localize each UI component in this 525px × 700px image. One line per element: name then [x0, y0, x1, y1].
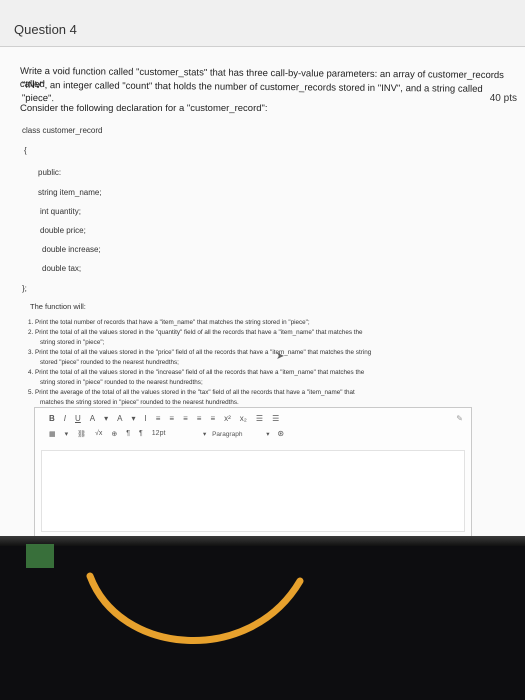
editor-toolbar-row-1: B I U A ▾ A ▾ I ≡ ≡ ≡ ≡ ≡ x² x₂ ☰ ☰: [49, 414, 279, 423]
outdent-button[interactable]: ≡: [210, 414, 215, 423]
highlight-dropdown-icon[interactable]: ▾: [132, 414, 136, 423]
clear-formatting-button[interactable]: I: [145, 414, 147, 423]
indent-button[interactable]: ≡: [197, 414, 202, 423]
embed-button-icon[interactable]: ⊕: [111, 430, 117, 438]
question-header: Question 4: [0, 0, 525, 47]
code-item-name: string item_name;: [38, 188, 102, 197]
task-5: 5. Print the average of the total of all…: [28, 389, 355, 396]
highlight-color-button[interactable]: A: [117, 414, 122, 423]
task-4: 4. Print the total of all the values sto…: [28, 369, 365, 376]
code-class-decl: class customer_record: [22, 126, 103, 135]
task-2: 2. Print the total of all the values sto…: [28, 329, 363, 336]
align-left-button[interactable]: ≡: [156, 414, 161, 423]
task-list: 1. Print the total number of records tha…: [28, 318, 498, 408]
numbered-list-button[interactable]: ☰: [272, 414, 279, 423]
answer-text-area[interactable]: [41, 450, 465, 532]
superscript-button[interactable]: x²: [224, 414, 231, 423]
align-right-button[interactable]: ≡: [183, 414, 188, 423]
task-2-cont: string stored in "piece";: [40, 339, 105, 346]
code-quantity: int quantity;: [40, 207, 81, 216]
paragraph-label: Paragraph: [212, 431, 243, 438]
task-3-cont: stored "piece" rounded to the nearest hu…: [40, 359, 179, 366]
text-color-button[interactable]: A: [90, 414, 95, 423]
table-button-icon[interactable]: ▦: [49, 430, 56, 438]
align-center-button[interactable]: ≡: [169, 414, 174, 423]
code-close: };: [22, 284, 27, 293]
prompt-line-3: Consider the following declaration for a…: [20, 103, 268, 114]
equation-button-icon[interactable]: √x: [95, 430, 102, 438]
italic-button[interactable]: I: [64, 414, 66, 423]
code-public: public:: [38, 168, 62, 177]
function-intro: The function will:: [30, 302, 86, 311]
bullet-list-button[interactable]: ☰: [256, 414, 263, 423]
code-tax: double tax;: [42, 264, 82, 273]
quiz-screen: Question 4 40 pts Write a void function …: [0, 0, 525, 536]
subscript-button[interactable]: x₂: [240, 414, 247, 423]
paragraph-dropdown-icon: ▾: [203, 431, 207, 438]
editor-toolbar-row-2: ▦ ▾ ⛓ √x ⊕ ¶ ¶ 12pt: [49, 430, 165, 438]
answer-editor: B I U A ▾ A ▾ I ≡ ≡ ≡ ≡ ≡ x² x₂ ☰ ☰ ✎ ▦ …: [34, 407, 472, 536]
rtl-button-icon[interactable]: ¶: [139, 430, 143, 438]
paragraph-dropdown-icon-2: ▾: [266, 431, 270, 438]
bold-button[interactable]: B: [49, 414, 55, 423]
text-color-dropdown-icon[interactable]: ▾: [104, 414, 108, 423]
code-increase: double increase;: [42, 245, 101, 254]
code-price: double price;: [40, 226, 86, 235]
table-dropdown-icon[interactable]: ▾: [65, 430, 69, 438]
link-button-icon[interactable]: ⛓: [77, 430, 86, 438]
question-title: Question 4: [14, 22, 77, 37]
ltr-button-icon[interactable]: ¶: [126, 430, 130, 438]
code-open-brace: {: [24, 146, 27, 155]
font-size-select[interactable]: 12pt: [152, 430, 166, 438]
editor-corner-icon[interactable]: ✎: [456, 414, 463, 423]
cable-glare: [86, 572, 304, 644]
task-3: 3. Print the total of all the values sto…: [28, 349, 372, 356]
paragraph-format-select[interactable]: ▾ Paragraph ▾ ⊛: [203, 429, 284, 438]
task-4-cont: string stored in "piece" rounded to the …: [40, 379, 203, 386]
underline-button[interactable]: U: [75, 414, 81, 423]
laptop-bezel: [0, 536, 525, 546]
task-1: 1. Print the total number of records tha…: [28, 319, 310, 326]
accessibility-icon[interactable]: ⊛: [277, 429, 284, 438]
